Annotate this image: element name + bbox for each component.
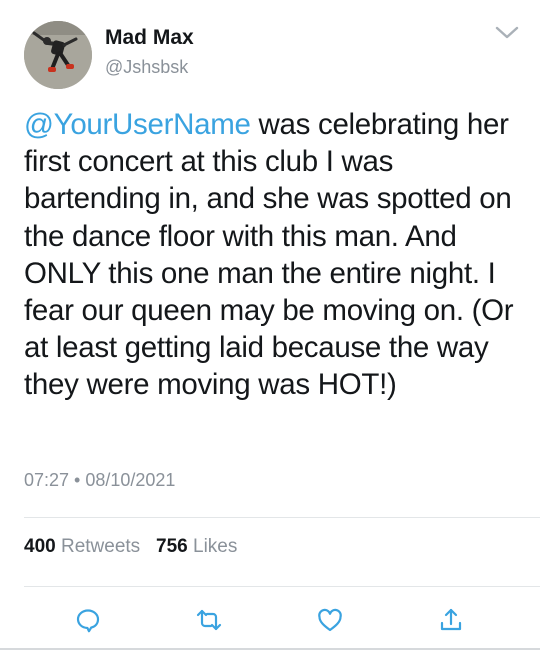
reply-icon[interactable] <box>74 606 102 634</box>
tweet-timestamp[interactable]: 07:27 • 08/10/2021 <box>24 470 175 491</box>
mention-link[interactable]: @YourUserName <box>24 108 251 141</box>
tweet-text: @YourUserName was celebrating her first … <box>24 106 524 404</box>
avatar-photo <box>24 21 92 89</box>
author-handle[interactable]: @Jshsbsk <box>105 57 188 78</box>
retweets-stat[interactable]: 400 Retweets <box>24 536 140 557</box>
divider-bottom <box>24 586 540 587</box>
divider-top <box>24 517 540 518</box>
bottom-border <box>0 648 540 650</box>
tweet-stats: 400 Retweets 756 Likes <box>24 536 237 558</box>
retweets-label: Retweets <box>60 536 141 557</box>
heart-icon[interactable] <box>316 606 344 634</box>
retweet-icon[interactable] <box>195 606 223 634</box>
likes-count: 756 <box>156 536 188 557</box>
chevron-down-icon[interactable] <box>494 24 520 42</box>
tweet-body: was celebrating her first concert at thi… <box>24 108 514 402</box>
retweets-count: 400 <box>24 536 56 557</box>
action-bar <box>0 600 540 638</box>
share-icon[interactable] <box>437 606 465 634</box>
likes-stat[interactable]: 756 Likes <box>156 536 237 557</box>
author-name[interactable]: Mad Max <box>105 26 194 50</box>
likes-label: Likes <box>193 536 238 557</box>
tweet-card: Mad Max @Jshsbsk @YourUserName was celeb… <box>0 0 540 652</box>
avatar[interactable] <box>24 21 92 89</box>
